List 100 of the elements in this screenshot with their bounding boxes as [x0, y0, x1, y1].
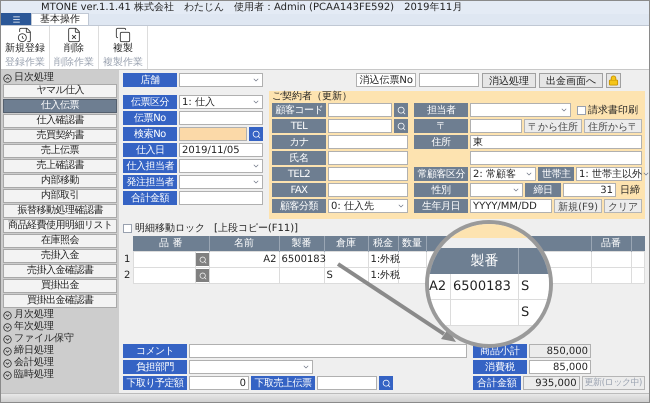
text-field[interactable]	[328, 151, 408, 165]
dropdown[interactable]	[470, 103, 571, 117]
field-label: 合計金額	[123, 191, 177, 205]
ribbon-button[interactable]: 複製	[113, 27, 133, 55]
table-cell-text: S	[520, 278, 530, 296]
table-cell: 6500183	[451, 274, 519, 299]
table-cell: S	[324, 268, 368, 284]
search-button[interactable]	[394, 103, 408, 117]
action-button[interactable]: 消込処理	[482, 72, 536, 88]
sidebar-item[interactable]: 売買契約書	[3, 129, 117, 143]
caret-icon	[252, 76, 260, 84]
field-label: 顧客コード	[272, 103, 326, 117]
field-label: 担当者	[414, 103, 468, 117]
sidebar-item[interactable]: 買掛出金	[3, 279, 117, 293]
group-label: 登録作業	[5, 57, 45, 68]
search-button[interactable]	[249, 127, 263, 141]
action-button[interactable]: クリア	[604, 199, 642, 213]
section-header[interactable]: ファイル保守	[3, 333, 117, 345]
dropdown[interactable]	[179, 73, 263, 87]
dropdown[interactable]	[470, 183, 523, 197]
expand-icon	[3, 334, 12, 344]
text-field[interactable]	[328, 183, 408, 197]
section-header[interactable]: 締日処理	[3, 345, 117, 357]
field-label: 顧客分類	[272, 199, 326, 213]
text-field[interactable]	[470, 119, 522, 133]
panel-title: ご契約者（更新）	[272, 91, 353, 103]
sidebar-item[interactable]: 仕入伝票	[3, 99, 117, 113]
search-button[interactable]	[394, 119, 408, 133]
action-button[interactable]: 出金画面へ	[539, 72, 603, 88]
sidebar-item[interactable]: 仕入確認書	[3, 114, 117, 128]
field-label: 検索No	[123, 127, 177, 141]
text-field[interactable]: 2019/11/05	[179, 143, 263, 157]
sidebar-item[interactable]: 売上確認書	[3, 159, 117, 173]
dropdown[interactable]	[179, 159, 263, 173]
text-field[interactable]: 31	[563, 183, 616, 197]
text-field[interactable]: 0	[189, 376, 249, 390]
action-button[interactable]: 住所から〒	[584, 119, 642, 133]
amount-field: 935,000	[523, 376, 580, 390]
dropdown[interactable]	[179, 175, 263, 189]
checkbox[interactable]	[577, 106, 586, 114]
field-label: 消費税	[473, 360, 527, 374]
sidebar-item[interactable]: 売掛入金確認書	[3, 264, 117, 278]
section-header[interactable]: 月次処理	[3, 309, 117, 321]
sidebar-item[interactable]: 買掛出金確認書	[3, 294, 117, 308]
section-header[interactable]: 日次処理	[3, 72, 117, 84]
sidebar-item[interactable]: 商品経費使用明細リスト	[3, 219, 117, 233]
sidebar-item[interactable]: 売上伝票	[3, 144, 117, 158]
text-field[interactable]	[179, 111, 263, 125]
action-button[interactable]: 〒から住所	[524, 119, 582, 133]
expand-icon	[3, 346, 12, 356]
sidebar-item[interactable]: 在庫照会	[3, 234, 117, 248]
section-header[interactable]: 年次処理	[3, 321, 117, 333]
dropdown[interactable]: 0: 仕入先	[328, 199, 408, 213]
field-label: 伝票No	[123, 111, 177, 125]
checkbox[interactable]	[123, 224, 132, 232]
sidebar-item[interactable]: 内部取引	[3, 189, 117, 203]
field-label: コメント	[123, 344, 187, 358]
field-label: 仕入日	[123, 143, 177, 157]
search-button[interactable]	[196, 253, 210, 266]
ribbon-button[interactable]: 削除	[64, 27, 84, 55]
hint-text: [上段コピー(F11)]	[214, 222, 298, 236]
expand-icon	[3, 322, 12, 332]
sidebar-item[interactable]: ヤマル仕入	[3, 84, 117, 98]
expand-icon	[3, 358, 12, 368]
search-button[interactable]	[379, 376, 393, 390]
field-label: TEL2	[272, 167, 326, 181]
dropdown[interactable]: 2: 常顧客	[470, 167, 536, 181]
field-label: 店舗	[123, 73, 177, 87]
caret-icon	[302, 363, 310, 371]
text-field[interactable]	[179, 191, 263, 205]
ribbon-tab[interactable]: 基本操作	[31, 13, 89, 25]
text-field[interactable]	[189, 344, 467, 358]
search-icon	[198, 272, 206, 280]
text-field[interactable]: YYYY/MM/DD	[470, 199, 552, 213]
section-header[interactable]: 会計処理	[3, 357, 117, 369]
app-menu-button[interactable]	[1, 13, 31, 25]
text-field[interactable]	[328, 119, 392, 133]
field-label: FAX	[272, 183, 326, 197]
text-field[interactable]: 東	[470, 135, 642, 149]
ribbon-button[interactable]: 新規登録	[5, 27, 45, 55]
search-button[interactable]	[196, 269, 210, 282]
text-field[interactable]	[470, 151, 642, 165]
text-field[interactable]	[179, 127, 247, 141]
sidebar-item[interactable]: 内部移動	[3, 174, 117, 188]
field-label: 性別	[414, 183, 468, 197]
dropdown[interactable]: 1: 仕入	[179, 95, 263, 109]
text-field[interactable]	[328, 103, 392, 117]
section-header[interactable]: 臨時処理	[3, 369, 117, 381]
field-label: 合計金額	[473, 376, 522, 390]
text-field[interactable]	[328, 167, 408, 181]
text-field[interactable]	[419, 73, 479, 87]
sidebar-item[interactable]: 振替移動処理確認書	[3, 204, 117, 218]
lock-button[interactable]	[606, 72, 621, 88]
dropdown[interactable]	[189, 360, 313, 374]
sidebar-item[interactable]: 売掛入金	[3, 249, 117, 263]
collapse-icon	[3, 74, 12, 82]
expand-icon	[3, 310, 12, 320]
text-field[interactable]	[328, 135, 408, 149]
text-field[interactable]	[317, 376, 377, 390]
action-button[interactable]: 新規(F9)	[554, 199, 602, 213]
